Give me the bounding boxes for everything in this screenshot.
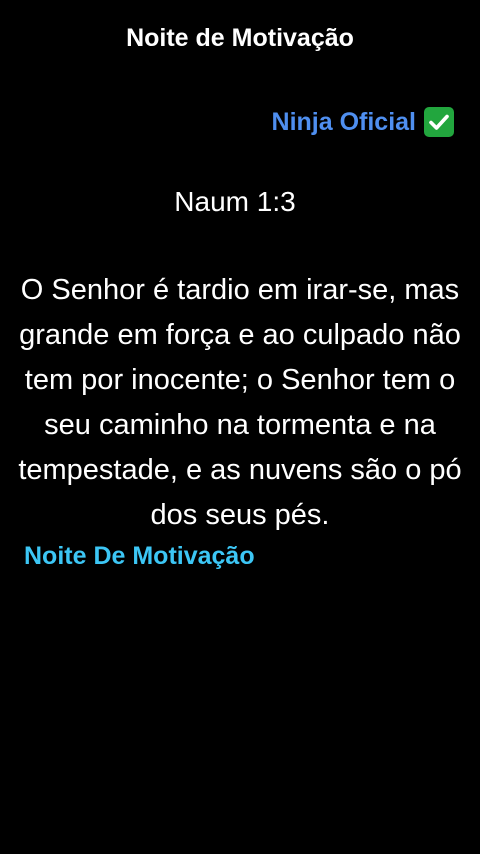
page-title: Noite de Motivação [126, 24, 354, 52]
author-tag: Ninja Oficial [272, 104, 454, 140]
check-mark-icon [424, 107, 454, 137]
verse-reference: Naum 1:3 [174, 186, 296, 217]
signature-text: Noite De Motivação [24, 542, 255, 570]
author-name: Ninja Oficial [271, 108, 416, 136]
verse-text: O Senhor é tardio em irar-se, mas grande… [18, 274, 462, 531]
